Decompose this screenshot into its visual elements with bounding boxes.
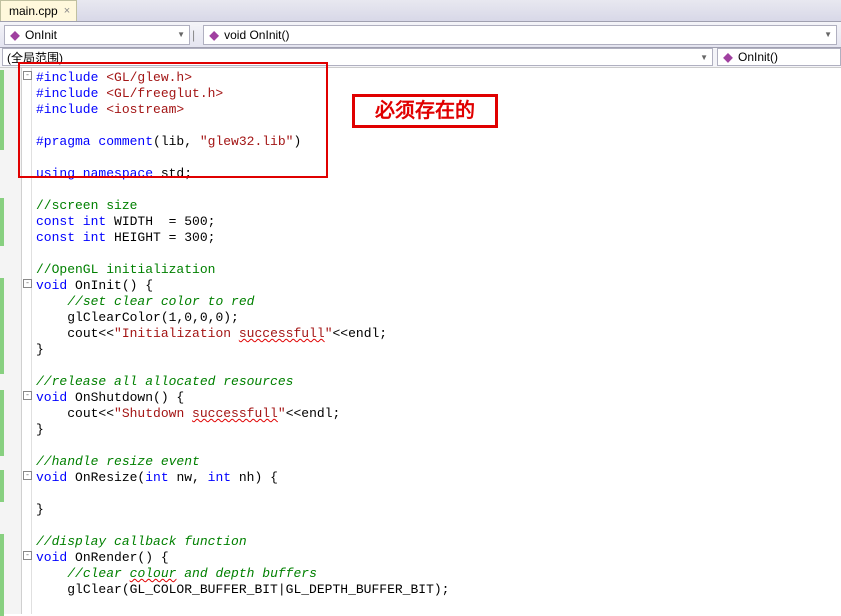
change-bar	[0, 390, 4, 456]
code-line[interactable]: glClearColor(1,0,0,0);	[36, 310, 841, 326]
annotation-label: 必须存在的	[352, 94, 498, 128]
code-line[interactable]: }	[36, 502, 841, 518]
chevron-down-icon: ▼	[177, 30, 185, 39]
nav-scope-dropdown[interactable]: ◆ OnInit ▼	[4, 25, 190, 45]
chevron-down-icon: ▼	[824, 30, 832, 39]
code-line[interactable]: cout<<"Initialization successfull"<<endl…	[36, 326, 841, 342]
code-line[interactable]	[36, 486, 841, 502]
code-line[interactable]: //handle resize event	[36, 454, 841, 470]
code-line[interactable]: void OnShutdown() {	[36, 390, 841, 406]
scope-right-dropdown[interactable]: ◆ OnInit()	[717, 48, 841, 66]
code-line[interactable]: }	[36, 342, 841, 358]
tab-bar: main.cpp ×	[0, 0, 841, 22]
code-line[interactable]	[36, 438, 841, 454]
code-line[interactable]: //display callback function	[36, 534, 841, 550]
code-line[interactable]	[36, 358, 841, 374]
code-line[interactable]: void OnRender() {	[36, 550, 841, 566]
file-tab[interactable]: main.cpp ×	[0, 0, 77, 21]
close-icon[interactable]: ×	[64, 5, 70, 17]
code-line[interactable]: cout<<"Shutdown successfull"<<endl;	[36, 406, 841, 422]
code-line[interactable]: //clear colour and depth buffers	[36, 566, 841, 582]
change-bar	[0, 198, 4, 246]
change-bar	[0, 470, 4, 502]
code-line[interactable]: const int WIDTH = 500;	[36, 214, 841, 230]
separator-icon: |	[190, 28, 197, 42]
code-line[interactable]: }	[36, 422, 841, 438]
method-icon: ◆	[722, 51, 734, 63]
collapse-toggle[interactable]: -	[23, 391, 32, 400]
code-line[interactable]	[36, 182, 841, 198]
method-icon: ◆	[208, 29, 220, 41]
method-icon: ◆	[9, 29, 21, 41]
code-line[interactable]	[36, 246, 841, 262]
change-bar	[0, 534, 4, 616]
collapse-toggle[interactable]: -	[23, 471, 32, 480]
nav-member-label: void OnInit()	[224, 28, 289, 42]
nav-scope-label: OnInit	[25, 28, 57, 42]
change-bar	[0, 278, 4, 374]
code-line[interactable]: const int HEIGHT = 300;	[36, 230, 841, 246]
tab-filename: main.cpp	[9, 4, 58, 18]
code-editor[interactable]: ----- #include <GL/glew.h>#include <GL/f…	[0, 68, 841, 614]
scope-right-label: OnInit()	[738, 50, 778, 64]
code-line[interactable]: glClear(GL_COLOR_BUFFER_BIT|GL_DEPTH_BUF…	[36, 582, 841, 598]
code-line[interactable]: void OnInit() {	[36, 278, 841, 294]
code-line[interactable]: //OpenGL initialization	[36, 262, 841, 278]
code-line[interactable]: //set clear color to red	[36, 294, 841, 310]
code-line[interactable]: //screen size	[36, 198, 841, 214]
collapse-toggle[interactable]: -	[23, 279, 32, 288]
highlight-box	[18, 62, 328, 178]
code-line[interactable]: void OnResize(int nw, int nh) {	[36, 470, 841, 486]
navigation-bar: ◆ OnInit ▼ | ◆ void OnInit() ▼	[0, 22, 841, 48]
code-line[interactable]: //release all allocated resources	[36, 374, 841, 390]
collapse-toggle[interactable]: -	[23, 551, 32, 560]
change-bar	[0, 70, 4, 150]
chevron-down-icon: ▼	[700, 53, 708, 62]
code-line[interactable]	[36, 518, 841, 534]
nav-member-dropdown[interactable]: ◆ void OnInit() ▼	[203, 25, 837, 45]
